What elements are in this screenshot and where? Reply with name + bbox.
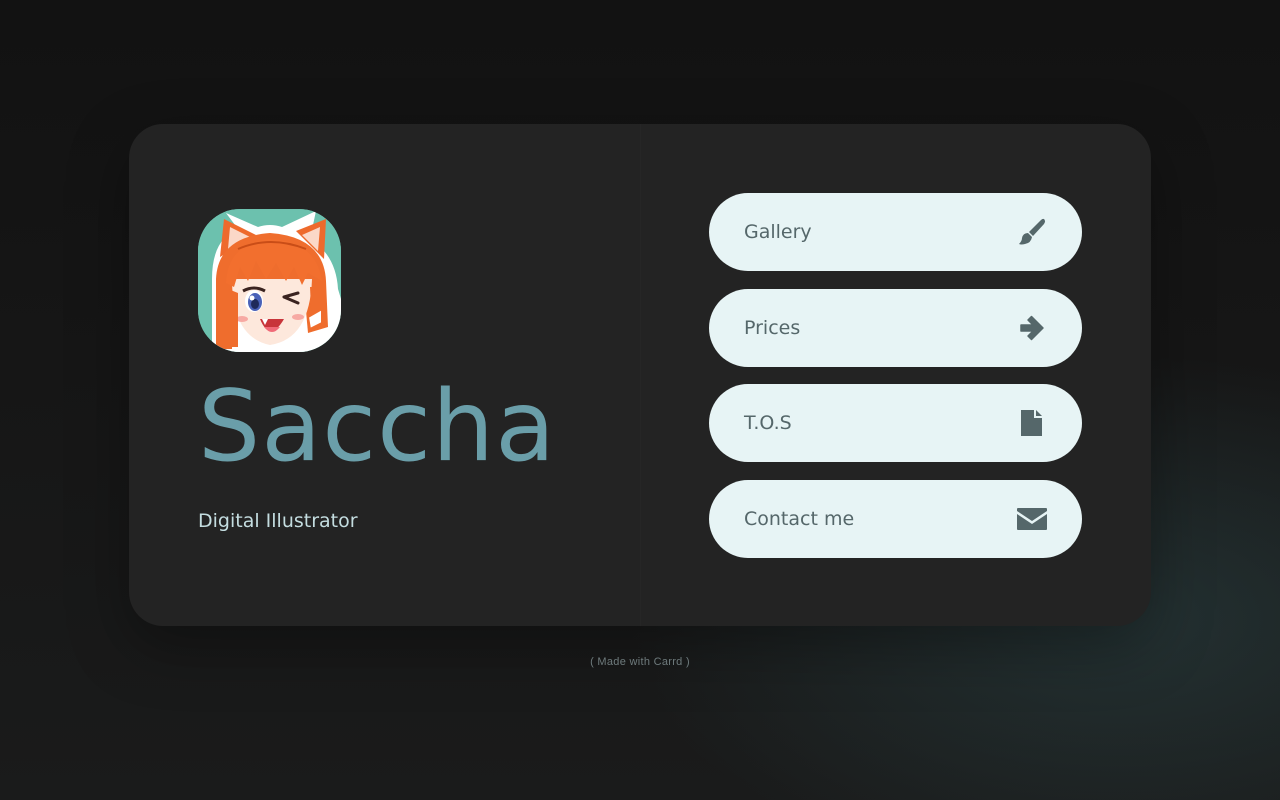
avatar <box>198 209 341 352</box>
gallery-button-label: Gallery <box>744 221 812 243</box>
prices-button-label: Prices <box>744 316 801 339</box>
arrow-right-icon <box>1016 312 1048 344</box>
prices-button[interactable]: Prices <box>709 288 1082 367</box>
profile-card: Saccha Digital Illustrator Gallery Price… <box>129 124 1151 626</box>
envelope-icon <box>1016 503 1048 535</box>
link-list: Gallery Prices T.O.S Contact me <box>709 193 1082 575</box>
contact-button[interactable]: Contact me <box>709 479 1082 558</box>
made-with-carrd-link[interactable]: ( Made with Carrd ) <box>0 656 1280 668</box>
card-divider <box>640 124 641 626</box>
tos-button[interactable]: T.O.S <box>709 384 1082 462</box>
gallery-button[interactable]: Gallery <box>709 193 1082 271</box>
page-title: Saccha <box>198 370 557 484</box>
fox-girl-avatar-icon <box>198 209 341 352</box>
contact-button-label: Contact me <box>744 507 855 530</box>
file-icon <box>1016 407 1048 439</box>
profile-subtitle: Digital Illustrator <box>198 510 358 532</box>
paintbrush-icon <box>1016 216 1048 248</box>
tos-button-label: T.O.S <box>744 412 792 434</box>
